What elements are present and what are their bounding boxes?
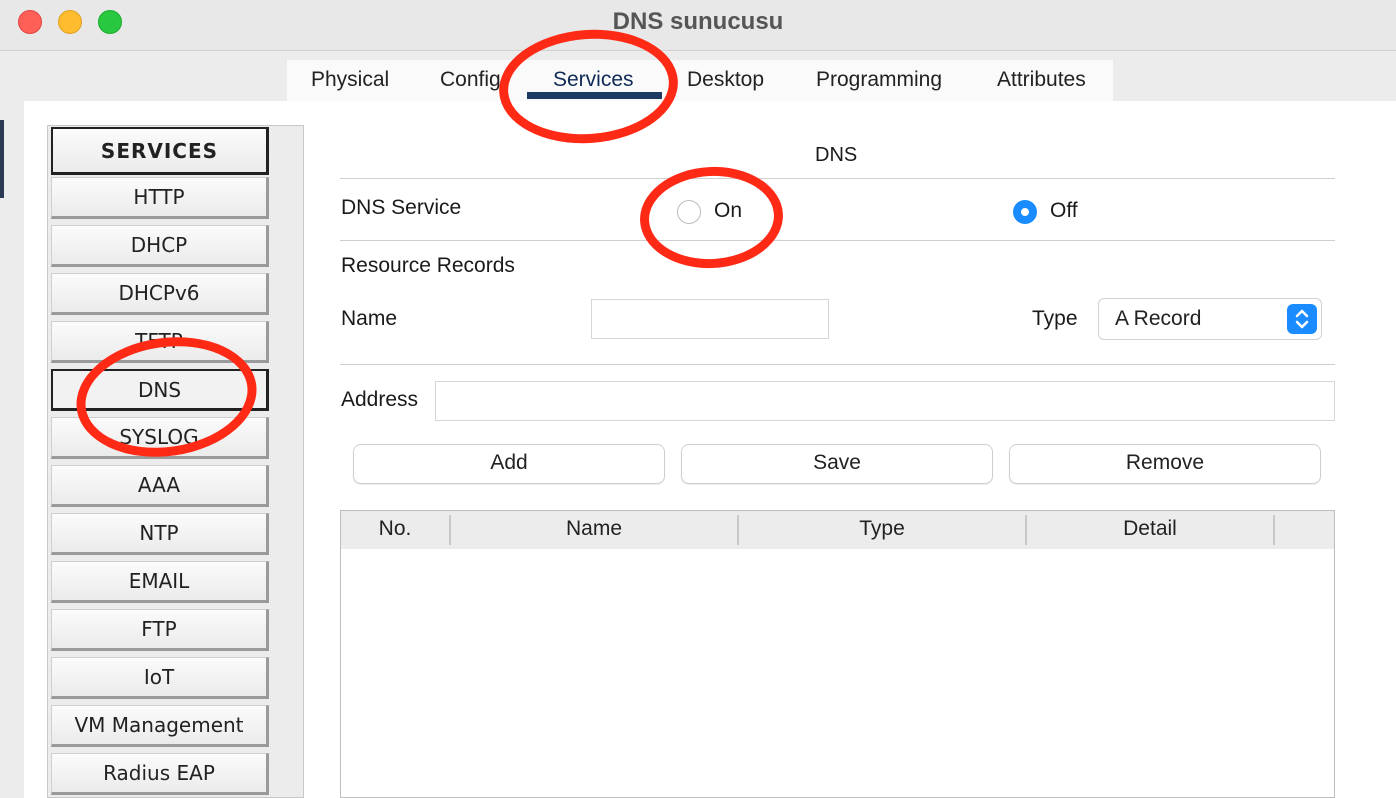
column-separator	[1273, 515, 1275, 545]
section-title: DNS	[815, 144, 858, 166]
divider	[340, 364, 1335, 365]
address-label: Address	[341, 388, 419, 411]
tab-programming[interactable]: Programming	[816, 68, 942, 92]
service-item-http[interactable]: HTTP	[51, 177, 269, 219]
dns-service-label: DNS Service	[341, 196, 462, 219]
name-input[interactable]	[591, 299, 829, 339]
add-button[interactable]: Add	[353, 444, 665, 484]
remove-button[interactable]: Remove	[1009, 444, 1321, 484]
service-item-ftp[interactable]: FTP	[51, 609, 269, 651]
type-label: Type	[1032, 307, 1078, 330]
radio-off-label: Off	[1050, 199, 1078, 222]
column-header-no[interactable]: No.	[341, 517, 449, 541]
divider	[340, 178, 1335, 179]
save-button[interactable]: Save	[681, 444, 993, 484]
column-header-type[interactable]: Type	[739, 517, 1025, 541]
resource-records-label: Resource Records	[341, 254, 515, 277]
window-title: DNS sunucusu	[612, 8, 784, 35]
address-input[interactable]	[435, 381, 1335, 421]
records-table[interactable]: No. Name Type Detail	[340, 510, 1335, 798]
divider	[340, 240, 1335, 241]
title-bar: DNS sunucusu	[0, 0, 1396, 51]
column-header-detail[interactable]: Detail	[1027, 517, 1273, 541]
service-item-aaa[interactable]: AAA	[51, 465, 269, 507]
service-item-dhcp[interactable]: DHCP	[51, 225, 269, 267]
service-item-radius-eap[interactable]: Radius EAP	[51, 753, 269, 795]
table-header: No. Name Type Detail	[341, 511, 1334, 549]
service-item-dhcpv6[interactable]: DHCPv6	[51, 273, 269, 315]
service-item-vm-management[interactable]: VM Management	[51, 705, 269, 747]
tab-attributes[interactable]: Attributes	[997, 68, 1086, 92]
window-edge	[0, 120, 4, 198]
radio-off[interactable]	[1013, 200, 1037, 224]
updown-chevron-icon	[1287, 304, 1317, 334]
tab-desktop[interactable]: Desktop	[687, 68, 764, 92]
service-item-ntp[interactable]: NTP	[51, 513, 269, 555]
type-select-value: A Record	[1115, 307, 1202, 330]
service-item-email[interactable]: EMAIL	[51, 561, 269, 603]
tab-physical[interactable]: Physical	[311, 68, 389, 92]
name-label: Name	[341, 307, 398, 330]
services-header: SERVICES	[51, 127, 269, 175]
column-header-name[interactable]: Name	[451, 517, 737, 541]
type-select[interactable]: A Record	[1098, 298, 1322, 340]
tab-config[interactable]: Config	[440, 68, 501, 92]
service-item-iot[interactable]: IoT	[51, 657, 269, 699]
